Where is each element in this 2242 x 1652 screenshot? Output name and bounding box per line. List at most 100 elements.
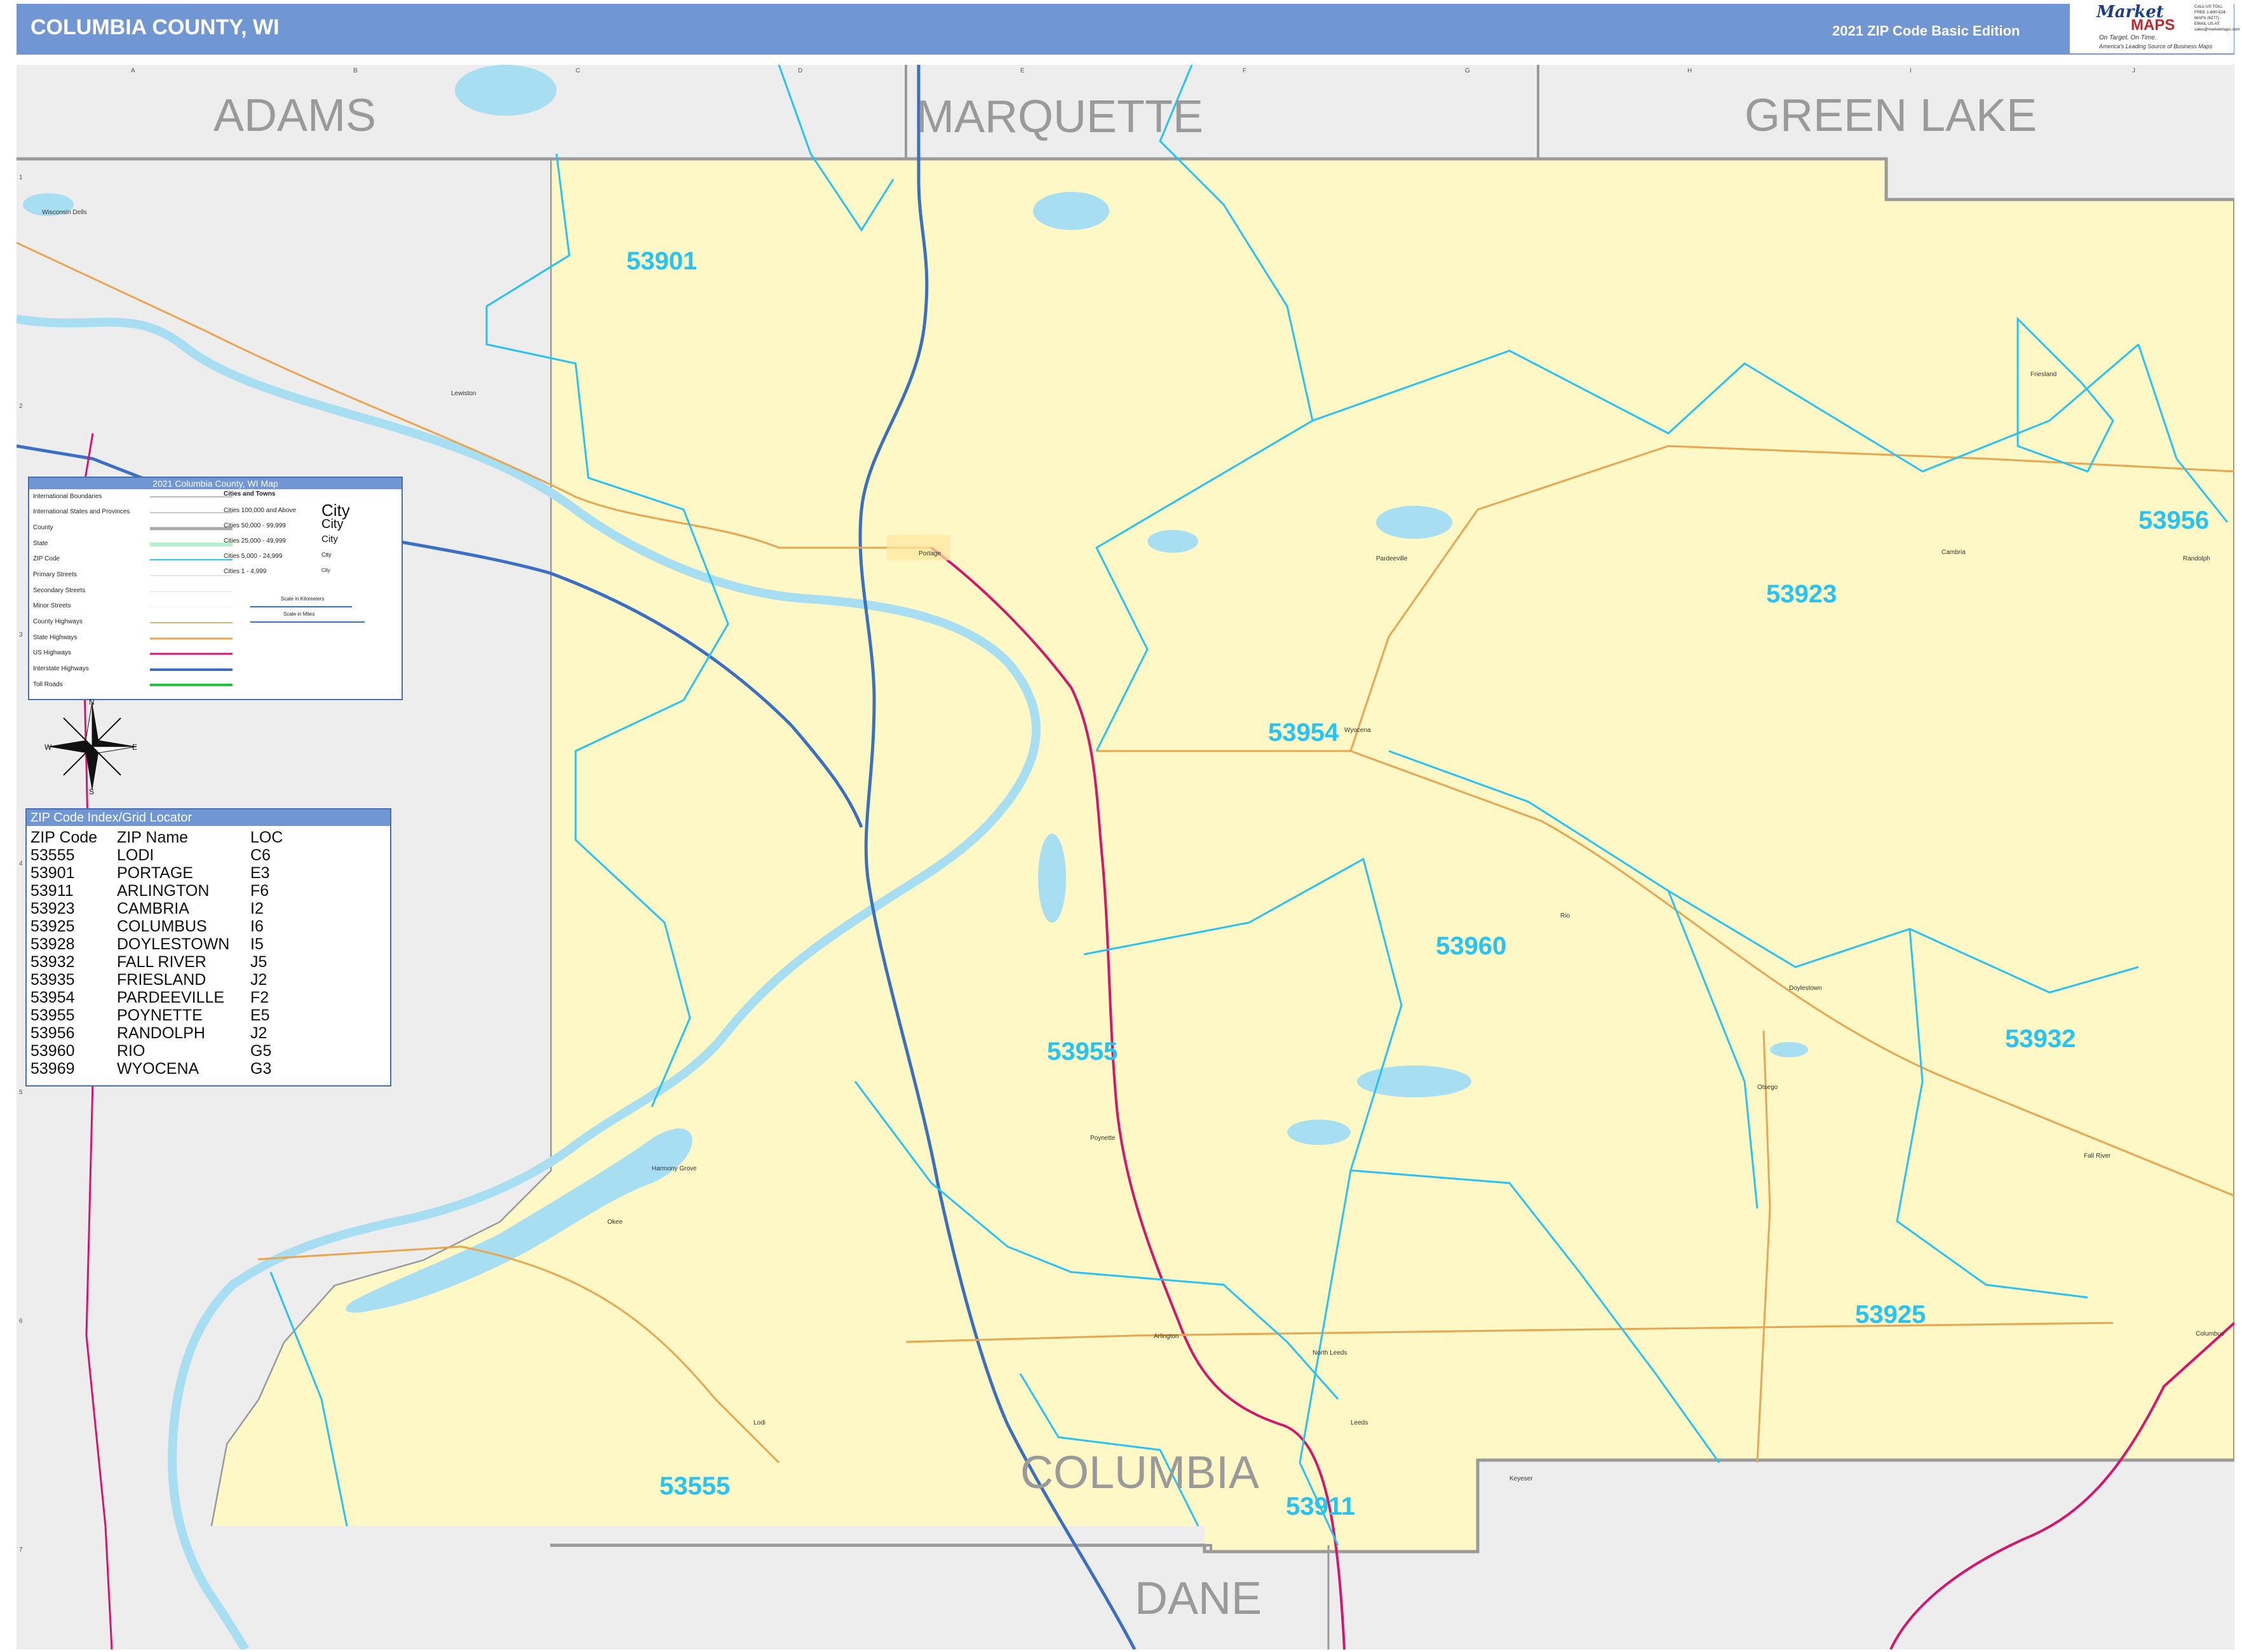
- zip-label-53960: 53960: [1436, 932, 1506, 960]
- place-poynette: Poynette: [1090, 1135, 1116, 1142]
- zip-name: RIO: [117, 1042, 145, 1060]
- edition-label: 2021 ZIP Code Basic Edition: [1832, 23, 2020, 39]
- zip-loc: E5: [250, 1006, 270, 1024]
- place-harmony-grove: Harmony Grove: [652, 1165, 697, 1172]
- zip-name: WYOCENA: [117, 1060, 199, 1078]
- compass-w: W: [44, 743, 52, 752]
- zip-loc: I5: [250, 935, 264, 953]
- legend-city-row: Cities 50,000 - 99,999: [224, 522, 286, 529]
- grid-row-6: 6: [19, 1318, 23, 1325]
- zip-loc: J2: [250, 971, 267, 989]
- grid-col-g: G: [1465, 67, 1470, 74]
- place-fall-river: Fall River: [2084, 1153, 2111, 1160]
- legend-row: US Highways: [33, 649, 72, 656]
- zip-loc: I6: [250, 917, 264, 935]
- zip-loc: G3: [250, 1060, 272, 1078]
- zip-code: 53935: [30, 971, 75, 989]
- legend-city-sample-3: City: [321, 534, 338, 545]
- lake-6: [1287, 1120, 1351, 1145]
- place-arlington: Arlington: [1154, 1333, 1178, 1340]
- place-leeds: Leeds: [1351, 1419, 1368, 1426]
- place-randolph: Randolph: [2183, 555, 2210, 562]
- zip-name: LODI: [117, 846, 154, 864]
- grid-row-2: 2: [19, 403, 23, 410]
- zip-name: PARDEEVILLE: [117, 989, 225, 1006]
- logo-contact: CALL US TOLL FREE 1-800-524-MAPS (6277) …: [2194, 4, 2240, 32]
- place-friesland: Friesland: [2030, 371, 2056, 378]
- zip-loc: F6: [250, 882, 269, 900]
- grid-row-1: 1: [19, 174, 23, 181]
- lake-1: [1038, 834, 1066, 923]
- place-lodi: Lodi: [753, 1419, 766, 1426]
- legend-city-row: Cities 100,000 and Above: [224, 507, 296, 514]
- zip-loc: G5: [250, 1042, 272, 1060]
- zip-label-53901: 53901: [626, 247, 697, 275]
- zip-name: RANDOLPH: [117, 1024, 205, 1042]
- place-cambria: Cambria: [1941, 549, 1966, 556]
- zip-header-loc: LOC: [250, 829, 283, 846]
- zip-code: 53960: [30, 1042, 75, 1060]
- zip-name: DOYLESTOWN: [117, 935, 230, 953]
- zip-code: 53956: [30, 1024, 75, 1042]
- county-label-dane: DANE: [1135, 1573, 1262, 1624]
- legend-city-sample-5: City: [321, 567, 330, 573]
- grid-col-f: F: [1243, 67, 1246, 74]
- place-wisconsin-dells: Wisconsin Dells: [42, 209, 87, 216]
- zip-label-53932: 53932: [2005, 1025, 2076, 1053]
- zip-code: 53932: [30, 953, 75, 971]
- legend-row: Toll Roads: [33, 681, 63, 688]
- zip-name: COLUMBUS: [117, 917, 207, 935]
- grid-col-h: H: [1687, 67, 1692, 74]
- legend-row: International Boundaries: [33, 493, 102, 500]
- zip-loc: J2: [250, 1024, 267, 1042]
- zip-index-panel: ZIP Code Index/Grid Locator ZIP Code ZIP…: [25, 808, 391, 1087]
- scale-bar-mi: [250, 619, 365, 623]
- place-otsego: Otsego: [1757, 1084, 1778, 1091]
- logo-text-maps: MAPS: [2131, 17, 2175, 34]
- zip-code: 53969: [30, 1060, 75, 1078]
- county-label-columbia: COLUMBIA: [1020, 1447, 1259, 1498]
- zip-label-53555: 53555: [659, 1472, 730, 1500]
- legend-row: Primary Streets: [33, 571, 77, 578]
- place-rio: Rio: [1560, 912, 1570, 919]
- legend-row: Interstate Highways: [33, 665, 89, 672]
- place-north-leeds: North Leeds: [1313, 1350, 1347, 1357]
- place-columbus: Columbus: [2196, 1330, 2224, 1337]
- zip-name: CAMBRIA: [117, 900, 189, 917]
- market-maps-logo[interactable]: Market MAPS On Target. On Time. America'…: [2070, 0, 2240, 53]
- grid-col-d: D: [798, 67, 802, 74]
- legend-panel: 2021 Columbia County, WI Map Internation…: [28, 477, 403, 700]
- lake-3: [1376, 506, 1452, 539]
- zip-label-53923: 53923: [1766, 580, 1837, 608]
- lake-9: [1770, 1042, 1808, 1057]
- zip-loc: F2: [250, 989, 269, 1006]
- zip-code: 53901: [30, 864, 75, 882]
- legend-city-row: Cities 1 - 4,999: [224, 568, 267, 575]
- zip-name: FRIESLAND: [117, 971, 206, 989]
- grid-col-a: A: [131, 67, 135, 74]
- zip-name: FALL RIVER: [117, 953, 206, 971]
- legend-row: State: [33, 540, 48, 547]
- grid-row-5: 5: [19, 1089, 23, 1096]
- place-pardeeville: Pardeeville: [1376, 555, 1408, 562]
- grid-col-i: I: [1910, 67, 1912, 74]
- legend-city-row: Cities 5,000 - 24,999: [224, 553, 283, 560]
- legend-row: International States and Provinces: [33, 508, 130, 515]
- zip-header-code: ZIP Code: [30, 829, 98, 846]
- place-okee: Okee: [607, 1219, 623, 1226]
- map-title: COLUMBIA COUNTY, WI: [30, 15, 280, 39]
- legend-row: County Highways: [33, 618, 83, 625]
- grid-row-3: 3: [19, 632, 23, 639]
- legend-city-sample-2: City: [321, 517, 344, 531]
- legend-city-sample-4: City: [321, 552, 332, 558]
- zip-header-name: ZIP Name: [117, 829, 189, 846]
- scale-bar-km: [250, 604, 352, 607]
- legend-scale-mi: Scale in Miles: [283, 611, 315, 617]
- grid-row-4: 4: [19, 860, 23, 867]
- legend-cities-header: Cities and Towns: [224, 491, 276, 498]
- logo-tagline-2: America's Leading Source of Business Map…: [2099, 43, 2213, 50]
- place-portage: Portage: [919, 550, 941, 557]
- legend-row: ZIP Code: [33, 555, 60, 562]
- logo-tagline: On Target. On Time.: [2099, 34, 2157, 41]
- zip-code: 53911: [30, 882, 74, 900]
